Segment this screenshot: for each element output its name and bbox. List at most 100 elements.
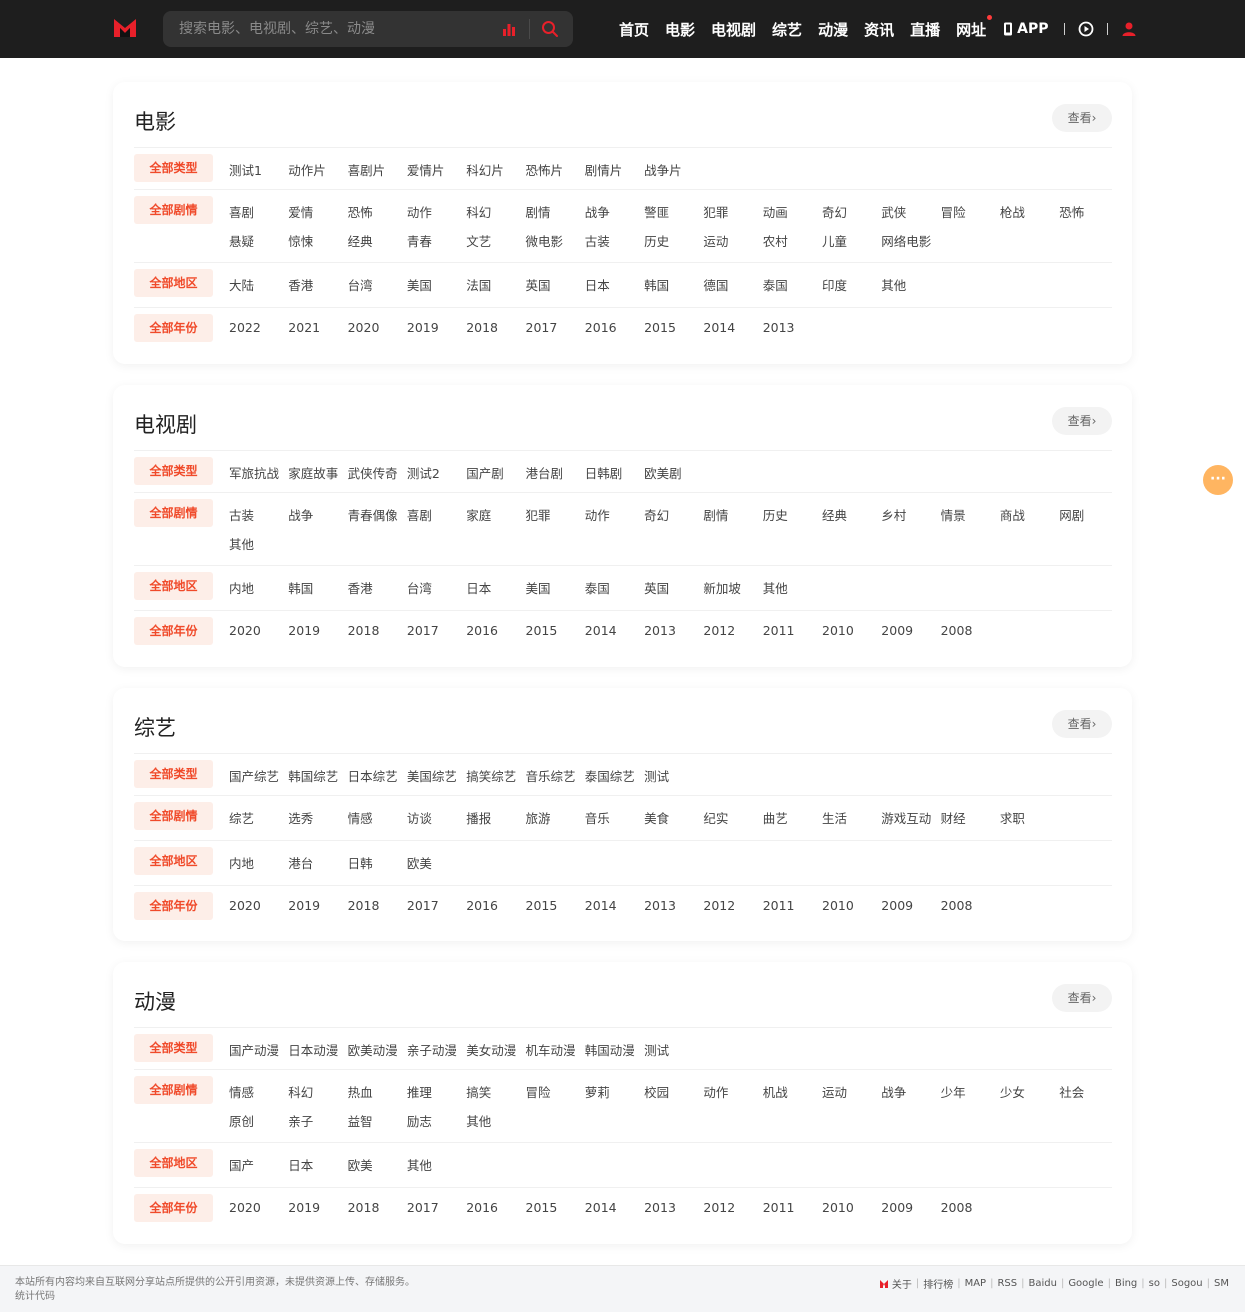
filter-option[interactable]: 萝莉 <box>585 1082 610 1101</box>
filter-option[interactable]: 2010 <box>822 1200 854 1215</box>
filter-option[interactable]: 战争 <box>585 202 610 221</box>
nav-anime[interactable]: 动漫 <box>818 19 848 40</box>
site-logo[interactable] <box>112 15 138 41</box>
filter-option[interactable]: 武侠 <box>881 202 906 221</box>
more-button[interactable]: 查看› <box>1052 104 1112 132</box>
filter-option[interactable]: 2014 <box>585 623 617 638</box>
filter-option[interactable]: 2016 <box>585 320 617 335</box>
nav-tv[interactable]: 电视剧 <box>711 19 756 40</box>
section-title[interactable]: 综艺 <box>134 712 176 742</box>
filter-tag-all[interactable]: 全部地区 <box>134 847 213 875</box>
filter-option[interactable]: 曲艺 <box>763 808 788 827</box>
filter-option[interactable]: 日本动漫 <box>288 1040 338 1059</box>
filter-option[interactable]: 内地 <box>229 578 254 597</box>
filter-option[interactable]: 其他 <box>881 275 906 294</box>
filter-option[interactable]: 2019 <box>407 320 439 335</box>
filter-option[interactable]: 其他 <box>407 1155 432 1174</box>
more-button[interactable]: 查看› <box>1052 710 1112 738</box>
filter-option[interactable]: 欧美剧 <box>644 463 682 482</box>
filter-option[interactable]: 2008 <box>941 898 973 913</box>
filter-option[interactable]: 印度 <box>822 275 847 294</box>
filter-option[interactable]: 2015 <box>644 320 676 335</box>
filter-tag-all[interactable]: 全部剧情 <box>134 499 213 527</box>
filter-tag-all[interactable]: 全部年份 <box>134 1194 213 1222</box>
filter-option[interactable]: 美食 <box>644 808 669 827</box>
filter-option[interactable]: 战争 <box>881 1082 906 1101</box>
filter-tag-all[interactable]: 全部地区 <box>134 572 213 600</box>
filter-option[interactable]: 日本综艺 <box>348 766 398 785</box>
filter-option[interactable]: 日本 <box>466 578 491 597</box>
filter-option[interactable]: 2021 <box>288 320 320 335</box>
filter-option[interactable]: 音乐综艺 <box>526 766 576 785</box>
filter-option[interactable]: 机战 <box>763 1082 788 1101</box>
filter-option[interactable]: 2015 <box>526 898 558 913</box>
filter-option[interactable]: 热血 <box>348 1082 373 1101</box>
filter-option[interactable]: 播报 <box>466 808 491 827</box>
filter-tag-all[interactable]: 全部类型 <box>134 457 213 485</box>
filter-option[interactable]: 台湾 <box>348 275 373 294</box>
filter-option[interactable]: 惊悚 <box>288 231 313 250</box>
filter-option[interactable]: 英国 <box>526 275 551 294</box>
filter-option[interactable]: 2017 <box>407 898 439 913</box>
filter-option[interactable]: 青春 <box>407 231 432 250</box>
footer-link[interactable]: Google <box>1068 1278 1103 1289</box>
filter-option[interactable]: 少女 <box>1000 1082 1025 1101</box>
filter-option[interactable]: 测试2 <box>407 463 440 482</box>
filter-option[interactable]: 其他 <box>763 578 788 597</box>
footer-link[interactable]: 排行榜 <box>923 1276 953 1291</box>
filter-option[interactable]: 历史 <box>763 505 788 524</box>
filter-option[interactable]: 2012 <box>703 623 735 638</box>
filter-option[interactable]: 亲子 <box>288 1111 313 1130</box>
more-button[interactable]: 查看› <box>1052 407 1112 435</box>
filter-option[interactable]: 旅游 <box>526 808 551 827</box>
filter-tag-all[interactable]: 全部类型 <box>134 1034 213 1062</box>
filter-tag-all[interactable]: 全部剧情 <box>134 196 213 224</box>
filter-option[interactable]: 选秀 <box>288 808 313 827</box>
filter-option[interactable]: 大陆 <box>229 275 254 294</box>
filter-option[interactable]: 美国 <box>526 578 551 597</box>
filter-option[interactable]: 国产 <box>229 1155 254 1174</box>
filter-option[interactable]: 动作 <box>407 202 432 221</box>
filter-option[interactable]: 枪战 <box>1000 202 1025 221</box>
filter-option[interactable]: 2014 <box>703 320 735 335</box>
more-button[interactable]: 查看› <box>1052 984 1112 1012</box>
filter-option[interactable]: 古装 <box>229 505 254 524</box>
filter-option[interactable]: 2019 <box>288 898 320 913</box>
filter-option[interactable]: 2008 <box>941 1200 973 1215</box>
filter-option[interactable]: 剧情片 <box>585 160 623 179</box>
filter-option[interactable]: 2013 <box>763 320 795 335</box>
filter-option[interactable]: 英国 <box>644 578 669 597</box>
filter-option[interactable]: 音乐 <box>585 808 610 827</box>
filter-option[interactable]: 2011 <box>763 623 795 638</box>
filter-option[interactable]: 港台 <box>288 853 313 872</box>
nav-home[interactable]: 首页 <box>619 19 649 40</box>
filter-option[interactable]: 泰国 <box>763 275 788 294</box>
filter-option[interactable]: 游戏互动 <box>881 808 931 827</box>
filter-option[interactable]: 战争 <box>288 505 313 524</box>
filter-option[interactable]: 韩国综艺 <box>288 766 338 785</box>
filter-option[interactable]: 国产综艺 <box>229 766 279 785</box>
filter-option[interactable]: 2009 <box>881 1200 913 1215</box>
filter-option[interactable]: 情感 <box>229 1082 254 1101</box>
search-icon[interactable] <box>541 20 559 38</box>
nav-sites[interactable]: 网址 <box>956 14 993 40</box>
filter-option[interactable]: 动画 <box>763 202 788 221</box>
filter-option[interactable]: 励志 <box>407 1111 432 1130</box>
filter-option[interactable]: 亲子动漫 <box>407 1040 457 1059</box>
filter-option[interactable]: 犯罪 <box>526 505 551 524</box>
filter-option[interactable]: 警匪 <box>644 202 669 221</box>
filter-option[interactable]: 2012 <box>703 1200 735 1215</box>
filter-tag-all[interactable]: 全部剧情 <box>134 1076 213 1104</box>
filter-option[interactable]: 综艺 <box>229 808 254 827</box>
filter-option[interactable]: 科幻 <box>288 1082 313 1101</box>
filter-option[interactable]: 其他 <box>466 1111 491 1130</box>
app-download-button[interactable]: APP <box>1002 21 1048 37</box>
filter-option[interactable]: 爱情 <box>288 202 313 221</box>
filter-option[interactable]: 武侠传奇 <box>348 463 398 482</box>
filter-option[interactable]: 泰国 <box>585 578 610 597</box>
nav-movie[interactable]: 电影 <box>665 19 695 40</box>
filter-option[interactable]: 2016 <box>466 898 498 913</box>
filter-option[interactable]: 2008 <box>941 623 973 638</box>
filter-option[interactable]: 新加坡 <box>703 578 741 597</box>
filter-option[interactable]: 原创 <box>229 1111 254 1130</box>
